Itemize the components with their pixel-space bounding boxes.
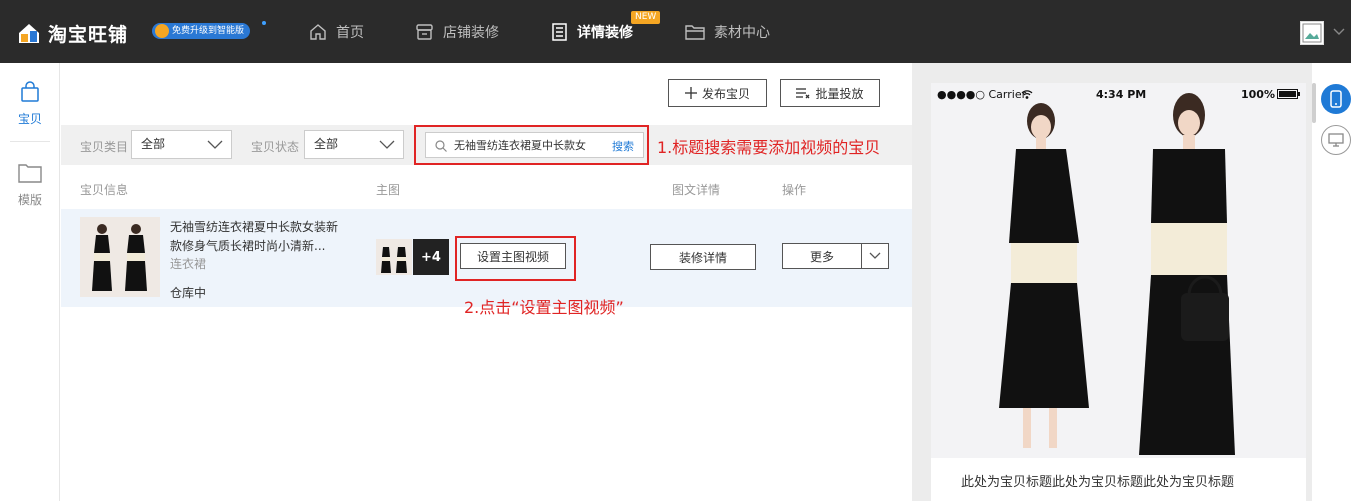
desktop-view-button[interactable] [1321, 125, 1351, 155]
column-header-product-info: 宝贝信息 [80, 183, 129, 197]
brand-name: 淘宝旺铺 [48, 23, 129, 46]
desktop-icon [1328, 133, 1344, 147]
batch-label: 批量投放 [815, 86, 864, 101]
annotation-box-search [414, 125, 649, 165]
more-actions-dropdown[interactable] [861, 243, 889, 269]
product-title[interactable]: 无袖雪纺连衣裙夏中长款女装新款修身气质长裙时尚小清新... [170, 218, 345, 256]
nav-home[interactable]: 首页 [309, 22, 364, 42]
phone-status-bar: ●●●●○ Carrier 4:34 PM 100% [931, 83, 1306, 105]
carrier-label: ●●●●○ Carrier [937, 88, 1027, 101]
user-avatar[interactable] [1300, 21, 1324, 45]
preview-product-title: 此处为宝贝标题此处为宝贝标题此处为宝贝标题 [961, 475, 1235, 490]
annotation-step-2: 2.点击“设置主图视频” [464, 298, 624, 317]
product-status: 仓库中 [170, 286, 207, 300]
more-actions-label: 更多 [809, 249, 834, 264]
sidebar-item-products[interactable]: 宝贝 [0, 81, 60, 127]
plus-icon [684, 87, 697, 99]
column-header-main-image: 主图 [376, 183, 401, 197]
annotation-step-1: 1.标题搜索需要添加视频的宝贝 [657, 138, 881, 157]
phone-preview: ●●●●○ Carrier 4:34 PM 100% 此处为宝贝标题此处为宝贝标… [931, 83, 1306, 501]
more-actions-button[interactable]: 更多 [782, 243, 862, 269]
left-sidebar: 宝贝 模版 [0, 63, 60, 501]
product-category: 连衣裙 [170, 257, 207, 271]
folder-icon [685, 25, 705, 40]
column-header-actions: 操作 [782, 183, 807, 197]
nav-store-decoration[interactable]: 店铺装修 [415, 22, 499, 42]
column-header-detail: 图文详情 [672, 183, 721, 197]
new-badge: NEW [631, 11, 661, 24]
nav-material-center[interactable]: 素材中心 [685, 22, 770, 42]
sidebar-divider [10, 141, 50, 142]
nav-home-label: 首页 [336, 25, 364, 41]
home-icon [310, 24, 326, 40]
nav-detail-decoration[interactable]: 详情装修 [551, 22, 633, 42]
category-filter-label: 宝贝类目 [80, 140, 129, 154]
publish-label: 发布宝贝 [701, 86, 750, 101]
notification-dot [262, 21, 266, 25]
chevron-down-icon[interactable] [1333, 28, 1345, 36]
edit-detail-label: 装修详情 [678, 250, 727, 265]
upgrade-label: 免费升级到智能版 [172, 26, 245, 36]
chevron-down-icon [869, 252, 881, 259]
sidebar-item-label: 宝贝 [17, 112, 42, 126]
house-logo-icon [18, 22, 40, 44]
bag-icon [21, 81, 39, 102]
category-select[interactable]: 全部 [131, 130, 232, 159]
chevron-down-icon [379, 140, 395, 149]
wifi-icon [1021, 90, 1033, 99]
phone-time: 4:34 PM [1096, 88, 1147, 101]
more-images-thumbnail[interactable]: +4 [413, 239, 449, 275]
preview-product-image [931, 83, 1306, 458]
upgrade-icon [155, 24, 169, 38]
product-thumbnail[interactable] [80, 217, 160, 297]
status-select[interactable]: 全部 [304, 130, 404, 159]
document-icon [552, 23, 567, 41]
sidebar-item-label: 模版 [17, 193, 42, 207]
category-select-value: 全部 [141, 137, 166, 151]
status-select-value: 全部 [314, 137, 339, 151]
annotation-box-set-video [455, 236, 576, 281]
folder-icon [18, 164, 42, 183]
mobile-view-button[interactable] [1321, 84, 1351, 114]
top-bar: 淘宝旺铺 免费升级到智能版 首页 店铺装修 详情装修 NEW 素材中心 [0, 0, 1351, 63]
brand-logo[interactable]: 淘宝旺铺 [18, 20, 128, 46]
sidebar-item-templates[interactable]: 模版 [0, 162, 60, 208]
upgrade-badge[interactable]: 免费升级到智能版 [152, 23, 251, 39]
mobile-icon [1330, 90, 1342, 108]
battery-icon [1277, 89, 1300, 99]
nav-material-label: 素材中心 [714, 25, 770, 41]
list-icon [796, 88, 810, 99]
nav-detail-label: 详情装修 [577, 25, 633, 41]
edit-detail-button[interactable]: 装修详情 [650, 244, 756, 270]
store-icon [416, 24, 433, 40]
nav-store-label: 店铺装修 [443, 25, 499, 41]
batch-deploy-button[interactable]: 批量投放 [780, 79, 880, 107]
status-filter-label: 宝贝状态 [251, 140, 300, 154]
chevron-down-icon [207, 140, 223, 149]
publish-product-button[interactable]: 发布宝贝 [668, 79, 767, 107]
battery-label: 100% [1241, 88, 1275, 101]
main-image-thumbnail[interactable] [376, 239, 412, 275]
preview-scrollbar[interactable] [1312, 83, 1316, 123]
more-images-count: +4 [421, 249, 441, 265]
